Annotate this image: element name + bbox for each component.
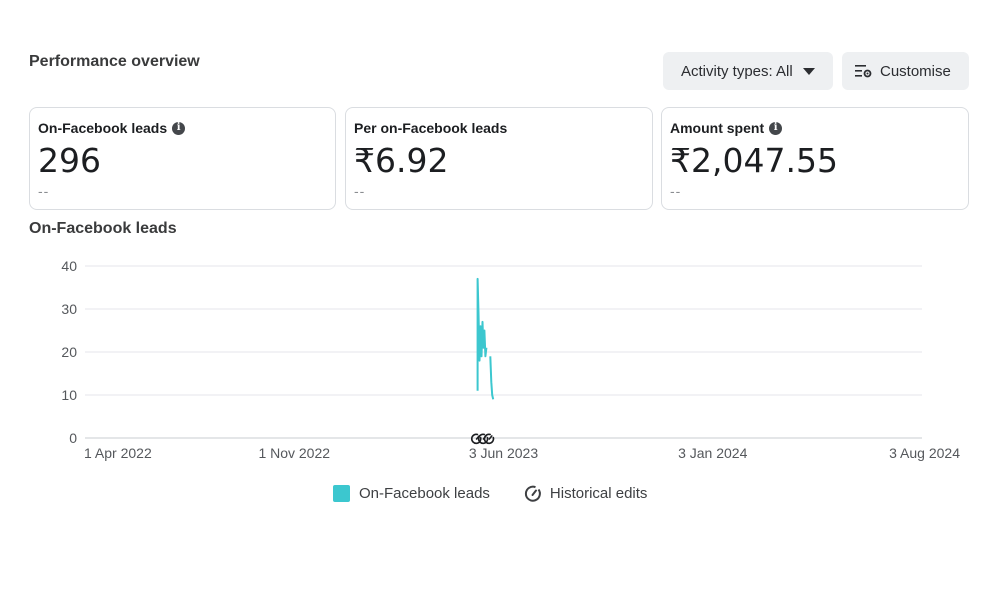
customise-columns-icon — [855, 64, 872, 77]
activity-types-label: Activity types: All — [681, 62, 793, 80]
x-tick-label: 3 Jun 2023 — [469, 445, 538, 461]
metric-value: ₹2,047.55 — [670, 141, 838, 180]
page-title: Performance overview — [29, 53, 200, 70]
legend-swatch-leads — [333, 485, 350, 502]
info-icon[interactable]: i — [769, 121, 783, 135]
metric-value: ₹6.92 — [354, 141, 449, 180]
metric-label: On-Facebook leads — [38, 120, 168, 136]
activity-types-dropdown[interactable]: Activity types: All — [663, 52, 833, 90]
metric-label-row: Per on-Facebook leads — [354, 119, 644, 137]
historical-edits-icon — [524, 485, 541, 502]
chart-legend: On-Facebook leads Historical edits — [333, 484, 647, 503]
y-tick-label: 30 — [61, 301, 77, 317]
chart-title: On-Facebook leads — [29, 220, 177, 237]
x-tick-label: 1 Apr 2022 — [84, 445, 152, 461]
metric-card-leads[interactable]: On-Facebook leads i 296 -- — [29, 107, 336, 210]
metric-label: Per on-Facebook leads — [354, 120, 508, 136]
metric-label-row: Amount spent i — [670, 119, 960, 137]
x-tick-label: 3 Jan 2024 — [678, 445, 747, 461]
x-tick-label: 3 Aug 2024 — [889, 445, 960, 461]
y-tick-label: 40 — [61, 258, 77, 274]
series-line-on-facebook-leads[interactable] — [489, 356, 495, 400]
metric-label: Amount spent — [670, 120, 765, 136]
metric-value: 296 — [38, 141, 101, 180]
info-icon[interactable]: i — [172, 121, 186, 135]
legend-label-historical-edits[interactable]: Historical edits — [550, 485, 648, 502]
metric-card-cost-per-lead[interactable]: Per on-Facebook leads ₹6.92 -- — [345, 107, 653, 210]
metric-comparison: -- — [354, 183, 366, 199]
metric-comparison: -- — [38, 183, 50, 199]
caret-down-icon — [802, 67, 815, 75]
customise-button[interactable]: Customise — [842, 52, 969, 90]
y-tick-label: 20 — [61, 344, 77, 360]
metric-label-row: On-Facebook leads i — [38, 119, 327, 137]
series-line-on-facebook-leads[interactable] — [476, 277, 488, 391]
historical-edit-marker[interactable] — [483, 433, 495, 445]
metric-card-amount-spent[interactable]: Amount spent i ₹2,047.55 -- — [661, 107, 969, 210]
y-tick-label: 10 — [61, 387, 77, 403]
customise-label: Customise — [880, 62, 951, 80]
y-tick-label: 0 — [69, 430, 77, 446]
leads-line-chart[interactable]: 0 10 20 30 40 1 Apr 2022 1 Nov 2022 3 Jun 2023 3… — [0, 245, 1000, 475]
x-tick-label: 1 Nov 2022 — [258, 445, 330, 461]
metric-comparison: -- — [670, 183, 682, 199]
legend-label-leads[interactable]: On-Facebook leads — [359, 485, 490, 502]
